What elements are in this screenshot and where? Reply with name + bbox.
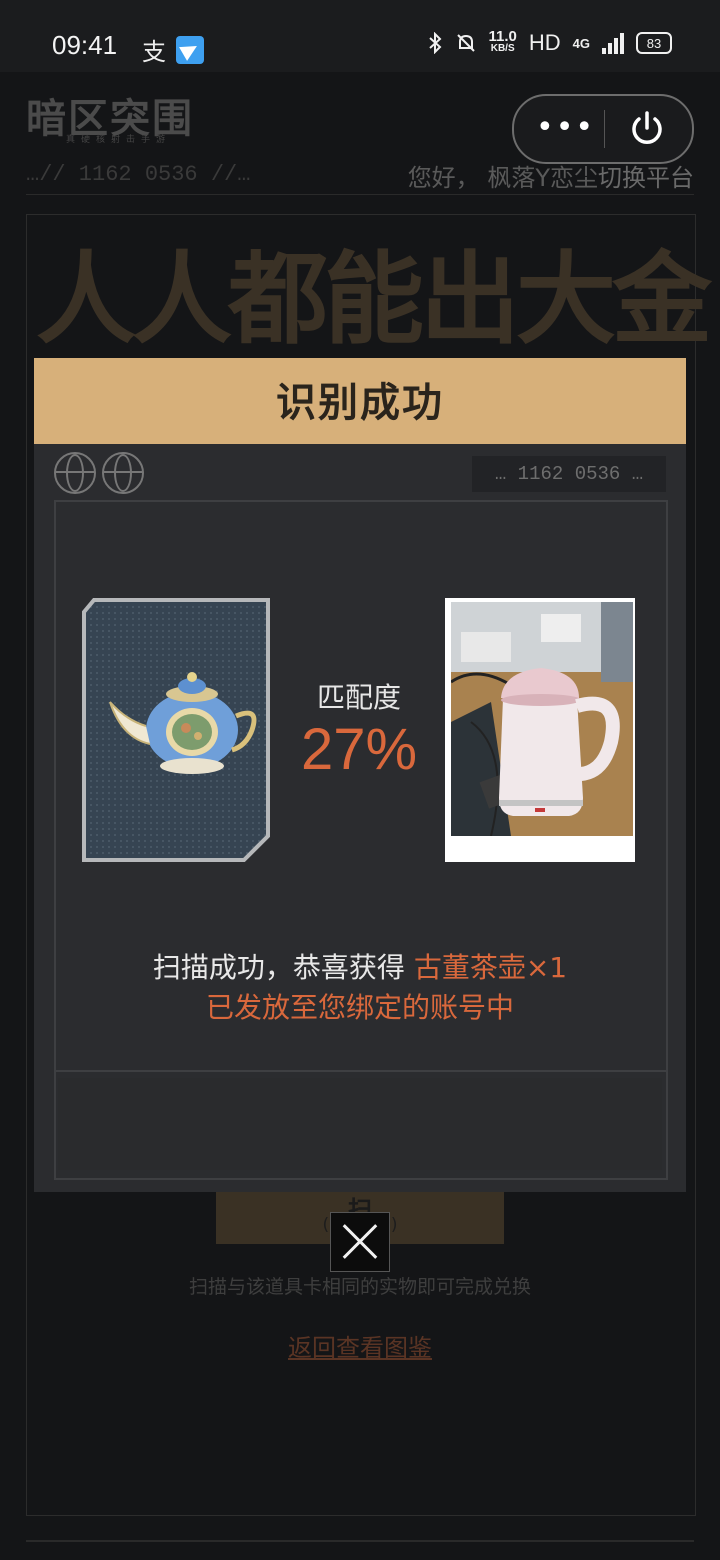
alipay-icon: 支 [142,38,166,66]
network-type: 4G [572,35,590,51]
reward-item: 古董茶壶×1 [413,951,568,984]
telegram-icon [176,35,204,64]
back-to-catalog-link[interactable]: 返回查看图鉴 [0,1328,720,1363]
mute-bell-icon [456,34,475,52]
game-logo: 暗区突围 真硬核射击手游 [26,96,194,145]
username: 枫落Y恋尘 [487,164,598,192]
kettle-photo [445,598,635,862]
dialog-title: 识别成功 [276,380,444,426]
scan-hint: 扫描与该道具卡相同的实物即可完成兑换 [188,1276,531,1298]
teapot-image [82,598,270,862]
more-icon[interactable]: ••• [536,110,595,145]
switch-platform-link[interactable]: 切换平台 [598,164,694,192]
power-icon[interactable] [626,108,668,150]
match-label: 匹配度 [316,681,401,714]
network-speed: 11.0 KB/S [488,28,517,54]
delivery-message: 已发放至您绑定的账号中 [205,991,514,1024]
status-bar: 09:41 支 11.0 KB/S HD 4G 83 [0,0,720,72]
greeting: 您好， 枫落Y恋尘切换平台 [407,164,694,192]
page-headline: 人人都能出大金 [36,241,712,358]
recognition-success-dialog: 识别成功 … 1162 0536 … 匹配度 27% 扫描成功，恭喜获得 古董茶… [34,358,686,1192]
dialog-footer-panel [58,1078,662,1170]
status-time: 09:41 [52,30,118,60]
hd-indicator: HD [528,30,561,55]
close-icon[interactable] [330,1212,390,1272]
match-value: 27% [300,717,418,782]
dialog-header: 识别成功 [34,358,686,444]
battery-icon: 83 [636,32,672,54]
bluetooth-icon [428,32,441,54]
serial-number: … 1162 0536 … [472,456,666,492]
signal-icon [602,32,624,54]
miniprogram-capsule: ••• [512,94,694,164]
account-id: …// 1162 0536 //… [26,162,251,187]
globe-icon [102,452,144,494]
success-message: 扫描成功，恭喜获得 古董茶壶×1 [152,951,568,984]
globe-icon [54,452,96,494]
